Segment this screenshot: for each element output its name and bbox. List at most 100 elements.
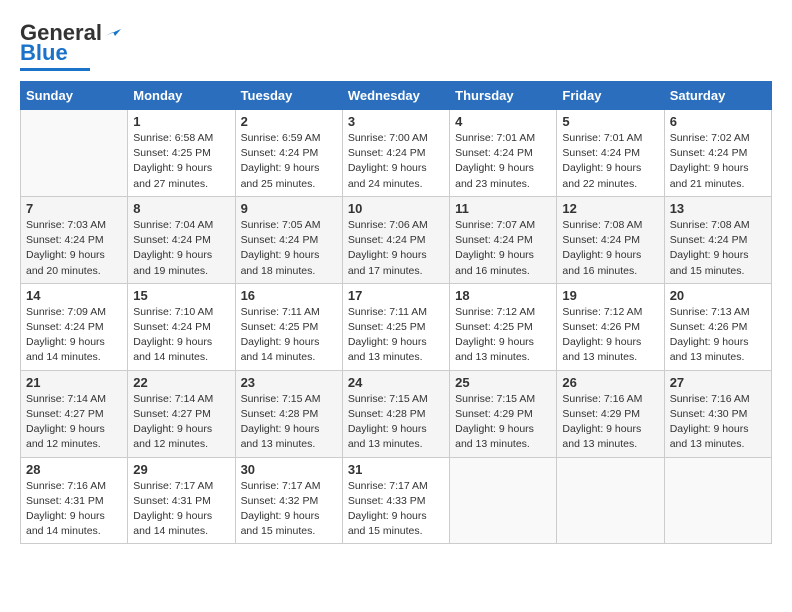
calendar-cell: 31 Sunrise: 7:17 AM Sunset: 4:33 PM Dayli… xyxy=(342,457,449,544)
day-number: 15 xyxy=(133,288,229,303)
day-info: Sunrise: 7:14 AM Sunset: 4:27 PM Dayligh… xyxy=(133,392,229,453)
calendar-cell: 10 Sunrise: 7:06 AM Sunset: 4:24 PM Dayli… xyxy=(342,196,449,283)
calendar-cell xyxy=(664,457,771,544)
day-info: Sunrise: 7:16 AM Sunset: 4:31 PM Dayligh… xyxy=(26,479,122,540)
calendar-cell: 23 Sunrise: 7:15 AM Sunset: 4:28 PM Dayli… xyxy=(235,370,342,457)
calendar-week-row: 1 Sunrise: 6:58 AM Sunset: 4:25 PM Daylig… xyxy=(21,110,772,197)
day-number: 2 xyxy=(241,114,337,129)
logo-underline xyxy=(20,68,90,71)
day-number: 26 xyxy=(562,375,658,390)
day-info: Sunrise: 7:12 AM Sunset: 4:25 PM Dayligh… xyxy=(455,305,551,366)
calendar-cell xyxy=(21,110,128,197)
day-number: 3 xyxy=(348,114,444,129)
day-number: 4 xyxy=(455,114,551,129)
logo: General Blue xyxy=(20,20,121,71)
day-info: Sunrise: 7:17 AM Sunset: 4:31 PM Dayligh… xyxy=(133,479,229,540)
calendar-cell: 15 Sunrise: 7:10 AM Sunset: 4:24 PM Dayli… xyxy=(128,283,235,370)
day-info: Sunrise: 7:08 AM Sunset: 4:24 PM Dayligh… xyxy=(562,218,658,279)
calendar-cell: 16 Sunrise: 7:11 AM Sunset: 4:25 PM Dayli… xyxy=(235,283,342,370)
day-number: 10 xyxy=(348,201,444,216)
day-info: Sunrise: 7:11 AM Sunset: 4:25 PM Dayligh… xyxy=(348,305,444,366)
calendar-cell: 14Sunrise: 7:09 AM Sunset: 4:24 PM Dayli… xyxy=(21,283,128,370)
logo-bird-icon xyxy=(103,22,121,40)
calendar-cell: 3 Sunrise: 7:00 AM Sunset: 4:24 PM Daylig… xyxy=(342,110,449,197)
day-number: 1 xyxy=(133,114,229,129)
calendar-cell: 5Sunrise: 7:01 AM Sunset: 4:24 PM Daylig… xyxy=(557,110,664,197)
day-number: 5 xyxy=(562,114,658,129)
day-info: Sunrise: 7:07 AM Sunset: 4:24 PM Dayligh… xyxy=(455,218,551,279)
column-header-tuesday: Tuesday xyxy=(235,82,342,110)
day-number: 7 xyxy=(26,201,122,216)
day-info: Sunrise: 7:17 AM Sunset: 4:32 PM Dayligh… xyxy=(241,479,337,540)
calendar-cell: 6Sunrise: 7:02 AM Sunset: 4:24 PM Daylig… xyxy=(664,110,771,197)
day-info: Sunrise: 7:16 AM Sunset: 4:30 PM Dayligh… xyxy=(670,392,766,453)
day-info: Sunrise: 7:15 AM Sunset: 4:28 PM Dayligh… xyxy=(348,392,444,453)
calendar-cell: 11Sunrise: 7:07 AM Sunset: 4:24 PM Dayli… xyxy=(450,196,557,283)
calendar-cell xyxy=(557,457,664,544)
day-number: 30 xyxy=(241,462,337,477)
day-info: Sunrise: 6:58 AM Sunset: 4:25 PM Dayligh… xyxy=(133,131,229,192)
day-info: Sunrise: 7:01 AM Sunset: 4:24 PM Dayligh… xyxy=(455,131,551,192)
column-header-friday: Friday xyxy=(557,82,664,110)
day-number: 13 xyxy=(670,201,766,216)
calendar-cell: 18 Sunrise: 7:12 AM Sunset: 4:25 PM Dayli… xyxy=(450,283,557,370)
calendar-cell: 13 Sunrise: 7:08 AM Sunset: 4:24 PM Dayli… xyxy=(664,196,771,283)
day-info: Sunrise: 7:14 AM Sunset: 4:27 PM Dayligh… xyxy=(26,392,122,453)
day-info: Sunrise: 7:04 AM Sunset: 4:24 PM Dayligh… xyxy=(133,218,229,279)
calendar-week-row: 28Sunrise: 7:16 AM Sunset: 4:31 PM Dayli… xyxy=(21,457,772,544)
day-number: 25 xyxy=(455,375,551,390)
column-header-sunday: Sunday xyxy=(21,82,128,110)
calendar-cell: 7 Sunrise: 7:03 AM Sunset: 4:24 PM Daylig… xyxy=(21,196,128,283)
day-number: 9 xyxy=(241,201,337,216)
calendar-cell: 8Sunrise: 7:04 AM Sunset: 4:24 PM Daylig… xyxy=(128,196,235,283)
day-info: Sunrise: 7:06 AM Sunset: 4:24 PM Dayligh… xyxy=(348,218,444,279)
day-info: Sunrise: 7:05 AM Sunset: 4:24 PM Dayligh… xyxy=(241,218,337,279)
day-info: Sunrise: 7:10 AM Sunset: 4:24 PM Dayligh… xyxy=(133,305,229,366)
day-number: 14 xyxy=(26,288,122,303)
calendar-cell: 30 Sunrise: 7:17 AM Sunset: 4:32 PM Dayli… xyxy=(235,457,342,544)
day-info: Sunrise: 7:13 AM Sunset: 4:26 PM Dayligh… xyxy=(670,305,766,366)
calendar-cell: 25 Sunrise: 7:15 AM Sunset: 4:29 PM Dayli… xyxy=(450,370,557,457)
calendar-cell: 21Sunrise: 7:14 AM Sunset: 4:27 PM Dayli… xyxy=(21,370,128,457)
calendar-cell: 9 Sunrise: 7:05 AM Sunset: 4:24 PM Daylig… xyxy=(235,196,342,283)
day-info: Sunrise: 7:08 AM Sunset: 4:24 PM Dayligh… xyxy=(670,218,766,279)
day-number: 18 xyxy=(455,288,551,303)
day-info: Sunrise: 7:12 AM Sunset: 4:26 PM Dayligh… xyxy=(562,305,658,366)
column-header-saturday: Saturday xyxy=(664,82,771,110)
calendar-cell: 1 Sunrise: 6:58 AM Sunset: 4:25 PM Daylig… xyxy=(128,110,235,197)
calendar-cell: 26 Sunrise: 7:16 AM Sunset: 4:29 PM Dayli… xyxy=(557,370,664,457)
day-number: 16 xyxy=(241,288,337,303)
day-info: Sunrise: 7:00 AM Sunset: 4:24 PM Dayligh… xyxy=(348,131,444,192)
day-number: 23 xyxy=(241,375,337,390)
day-number: 27 xyxy=(670,375,766,390)
calendar-header-row: SundayMondayTuesdayWednesdayThursdayFrid… xyxy=(21,82,772,110)
calendar-cell: 17 Sunrise: 7:11 AM Sunset: 4:25 PM Dayli… xyxy=(342,283,449,370)
calendar-cell: 2 Sunrise: 6:59 AM Sunset: 4:24 PM Daylig… xyxy=(235,110,342,197)
calendar-cell: 12 Sunrise: 7:08 AM Sunset: 4:24 PM Dayli… xyxy=(557,196,664,283)
day-number: 17 xyxy=(348,288,444,303)
day-info: Sunrise: 7:15 AM Sunset: 4:28 PM Dayligh… xyxy=(241,392,337,453)
day-number: 24 xyxy=(348,375,444,390)
calendar-cell: 20 Sunrise: 7:13 AM Sunset: 4:26 PM Dayli… xyxy=(664,283,771,370)
day-info: Sunrise: 7:11 AM Sunset: 4:25 PM Dayligh… xyxy=(241,305,337,366)
day-info: Sunrise: 7:16 AM Sunset: 4:29 PM Dayligh… xyxy=(562,392,658,453)
day-info: Sunrise: 7:03 AM Sunset: 4:24 PM Dayligh… xyxy=(26,218,122,279)
logo-blue: Blue xyxy=(20,40,68,66)
day-number: 29 xyxy=(133,462,229,477)
day-number: 31 xyxy=(348,462,444,477)
calendar-cell: 19 Sunrise: 7:12 AM Sunset: 4:26 PM Dayli… xyxy=(557,283,664,370)
calendar-cell xyxy=(450,457,557,544)
day-number: 12 xyxy=(562,201,658,216)
column-header-thursday: Thursday xyxy=(450,82,557,110)
day-info: Sunrise: 7:17 AM Sunset: 4:33 PM Dayligh… xyxy=(348,479,444,540)
calendar-table: SundayMondayTuesdayWednesdayThursdayFrid… xyxy=(20,81,772,544)
calendar-cell: 27 Sunrise: 7:16 AM Sunset: 4:30 PM Dayli… xyxy=(664,370,771,457)
page-header: General Blue xyxy=(20,20,772,71)
calendar-week-row: 14Sunrise: 7:09 AM Sunset: 4:24 PM Dayli… xyxy=(21,283,772,370)
calendar-cell: 29 Sunrise: 7:17 AM Sunset: 4:31 PM Dayli… xyxy=(128,457,235,544)
day-number: 20 xyxy=(670,288,766,303)
day-info: Sunrise: 6:59 AM Sunset: 4:24 PM Dayligh… xyxy=(241,131,337,192)
day-number: 6 xyxy=(670,114,766,129)
day-info: Sunrise: 7:15 AM Sunset: 4:29 PM Dayligh… xyxy=(455,392,551,453)
day-number: 19 xyxy=(562,288,658,303)
